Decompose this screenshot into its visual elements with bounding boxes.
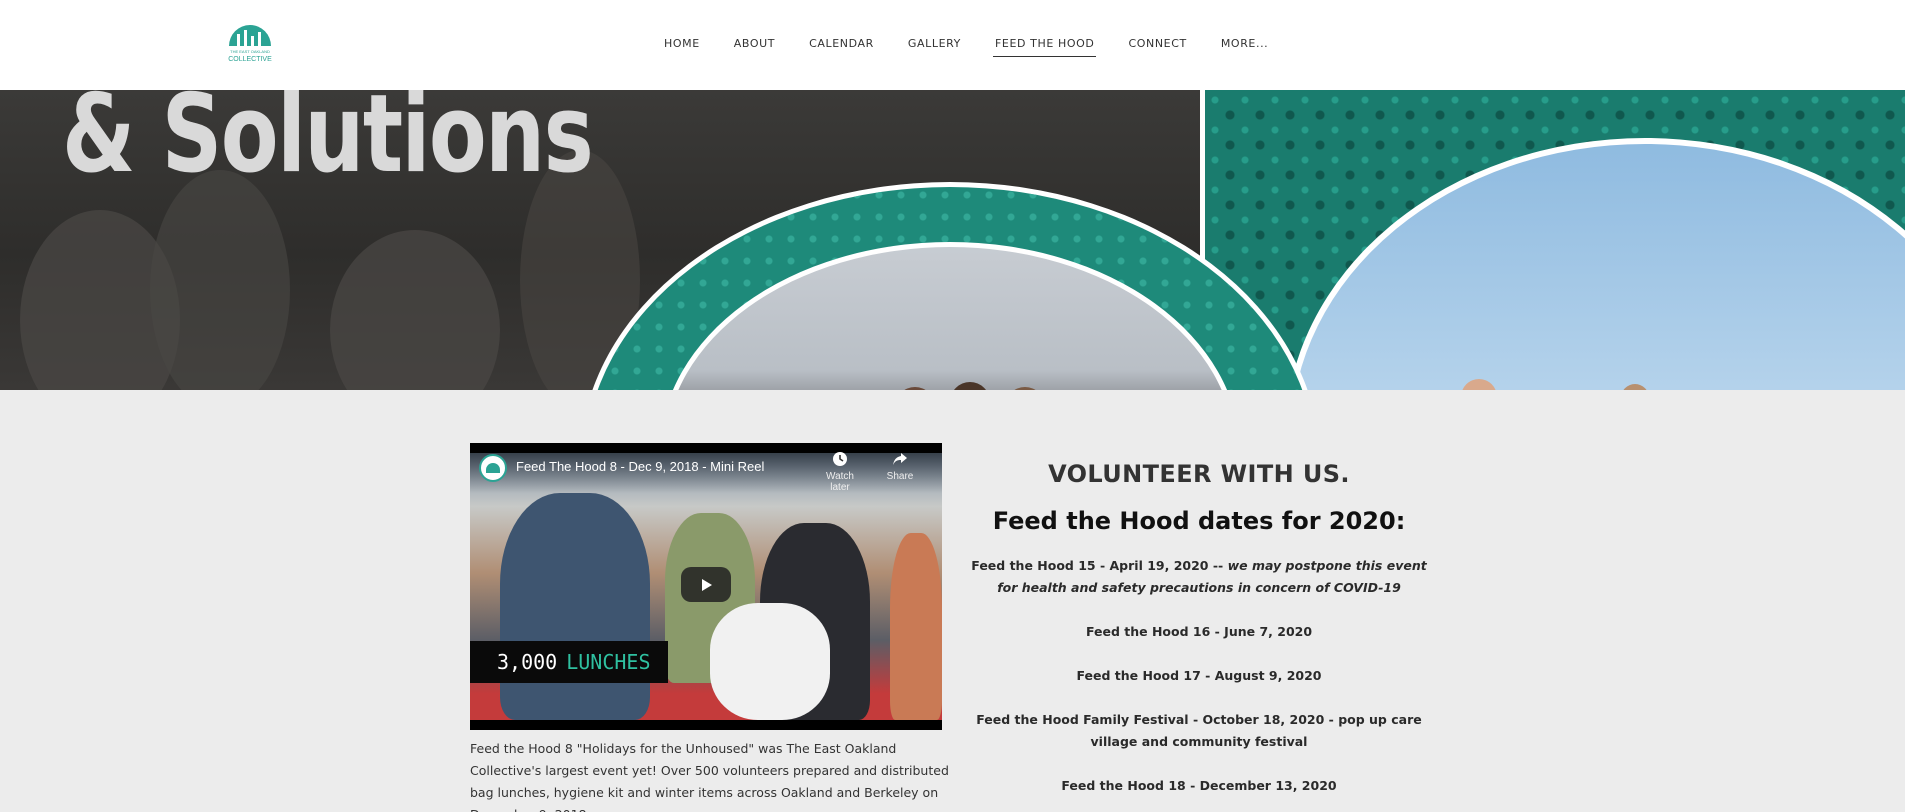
volunteer-section: VOLUNTEER WITH US. Feed the Hood dates f… <box>966 460 1432 797</box>
share-button[interactable]: Share <box>878 451 922 482</box>
overlay-number: 3,000 <box>497 650 558 674</box>
event-item: Feed the Hood 15 - April 19, 2020 -- we … <box>971 558 1427 595</box>
hero-banner: & Solutions <box>0 90 1905 390</box>
play-icon <box>702 578 712 591</box>
logo-icon: THE EAST OAKLAND COLLECTIVE <box>228 25 272 63</box>
watch-later-button[interactable]: Watch later <box>818 451 862 493</box>
event-item: Feed the Hood Family Festival - October … <box>976 712 1422 749</box>
volunteer-heading: VOLUNTEER WITH US. <box>1048 460 1350 488</box>
video-caption: Feed the Hood 8 "Holidays for the Unhous… <box>470 741 949 812</box>
hero-title: & Solutions <box>62 90 594 197</box>
nav-about[interactable]: ABOUT <box>732 33 777 57</box>
nav-home[interactable]: HOME <box>662 33 702 57</box>
site-header: THE EAST OAKLAND COLLECTIVE HOME ABOUT C… <box>0 0 1905 90</box>
logo-text-top: THE EAST OAKLAND <box>230 49 270 54</box>
clock-icon <box>818 451 862 471</box>
play-button[interactable] <box>681 567 731 602</box>
logo-text-bottom: COLLECTIVE <box>228 56 272 63</box>
share-icon <box>878 451 922 471</box>
watch-later-label: Watch later <box>826 471 854 493</box>
event-item: Feed the Hood 17 - August 9, 2020 <box>1076 668 1322 683</box>
nav-connect[interactable]: CONNECT <box>1126 33 1188 57</box>
event-item: Feed the Hood 18 - December 13, 2020 <box>1061 778 1337 793</box>
event-item: Feed the Hood 16 - June 7, 2020 <box>1085 624 1313 639</box>
main-nav: HOME ABOUT CALENDAR GALLERY FEED THE HOO… <box>662 33 1300 57</box>
dates-heading: Feed the Hood dates for 2020: <box>992 507 1406 535</box>
video-embed[interactable]: Feed The Hood 8 - Dec 9, 2018 - Mini Ree… <box>470 443 942 730</box>
share-label: Share <box>886 471 914 482</box>
nav-calendar[interactable]: CALENDAR <box>807 33 876 57</box>
video-overlay-caption: 3,000 LUNCHES <box>470 641 668 683</box>
overlay-word: LUNCHES <box>566 650 651 674</box>
nav-gallery[interactable]: GALLERY <box>906 33 963 57</box>
nav-more[interactable]: MORE... <box>1219 33 1270 57</box>
nav-feed-the-hood[interactable]: FEED THE HOOD <box>992 33 1097 57</box>
video-title[interactable]: Feed The Hood 8 - Dec 9, 2018 - Mini Ree… <box>516 459 764 474</box>
channel-avatar[interactable] <box>479 454 507 482</box>
site-logo[interactable]: THE EAST OAKLAND COLLECTIVE <box>225 22 275 64</box>
